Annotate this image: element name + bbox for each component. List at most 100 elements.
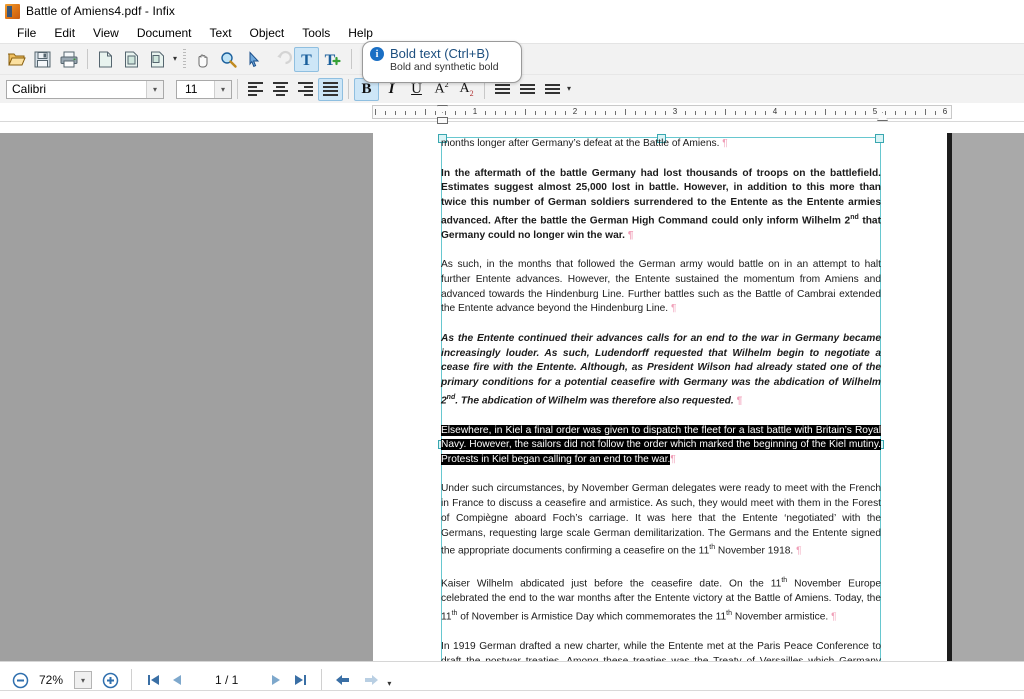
- pilcrow-1: ¶: [722, 138, 728, 149]
- menu-document[interactable]: Document: [128, 24, 201, 42]
- selected-text-highlight: Elsewhere, in Kiel a final order was giv…: [441, 424, 881, 465]
- title-bar: Battle of Amiens4.pdf - Infix: [0, 0, 1024, 22]
- next-page-button[interactable]: [264, 668, 288, 692]
- subscript-icon: A2: [459, 80, 474, 98]
- text-tool-icon: T: [301, 52, 312, 69]
- font-size-caret-icon[interactable]: ▾: [214, 80, 231, 98]
- paragraph-2-text: In the aftermath of the battle Germany h…: [441, 167, 881, 227]
- font-size-select[interactable]: 11 ▾: [176, 79, 232, 99]
- menu-bar: File Edit View Document Text Object Tool…: [0, 22, 1024, 43]
- last-page-button[interactable]: [288, 668, 312, 692]
- folder-open-icon: [8, 53, 26, 65]
- pilcrow-3: ¶: [670, 303, 677, 315]
- paragraph-6[interactable]: Under such circumstances, by November Ge…: [441, 482, 881, 559]
- undo-arrow-icon: [277, 50, 292, 64]
- ruler-tick-1: 1: [472, 107, 478, 116]
- line-spacing-double-button[interactable]: [540, 78, 565, 101]
- add-text-button[interactable]: T: [320, 47, 345, 72]
- format-separator-2: [348, 79, 349, 99]
- font-family-caret-icon[interactable]: ▾: [146, 80, 163, 98]
- menu-help[interactable]: Help: [339, 24, 382, 42]
- pilcrow-7: ¶: [831, 611, 837, 623]
- forward-view-button[interactable]: [359, 668, 383, 692]
- line-spacing-double-icon: [545, 84, 560, 94]
- menu-tools[interactable]: Tools: [293, 24, 339, 42]
- pilcrow-5: ¶: [670, 453, 676, 465]
- forward-view-icon: [365, 675, 379, 685]
- paragraph-gap-4: [441, 409, 881, 424]
- line-spacing-caret-icon[interactable]: ▾: [567, 85, 571, 93]
- pilcrow-4: ¶: [736, 395, 743, 407]
- align-left-button[interactable]: [243, 78, 268, 101]
- paragraph-2-superscript: nd: [850, 213, 859, 221]
- status-separator-1: [131, 669, 132, 691]
- previous-page-button[interactable]: [165, 668, 189, 692]
- duplicate-page-button[interactable]: [119, 47, 144, 72]
- page-settings-icon: [151, 51, 164, 67]
- menu-edit[interactable]: Edit: [45, 24, 84, 42]
- zoom-in-button[interactable]: [98, 668, 122, 692]
- menu-object[interactable]: Object: [241, 24, 294, 42]
- tooltip-subtitle: Bold and synthetic bold: [390, 61, 499, 73]
- menu-text[interactable]: Text: [201, 24, 241, 42]
- paragraph-4-superscript: nd: [446, 393, 456, 401]
- hand-tool-button[interactable]: [190, 47, 215, 72]
- align-center-button[interactable]: [268, 78, 293, 101]
- pilcrow-6: ¶: [796, 545, 802, 557]
- paragraph-3[interactable]: As such, in the months that followed the…: [441, 258, 881, 317]
- paragraph-1-text: months longer after Germany’s defeat at …: [441, 138, 723, 149]
- zoom-level-select[interactable]: ▾: [74, 671, 92, 689]
- next-page-icon: [272, 675, 281, 685]
- application-window: Battle of Amiens4.pdf - Infix File Edit …: [0, 0, 1024, 699]
- zoom-caret-icon: ▾: [80, 675, 85, 685]
- horizontal-ruler[interactable]: 1 2 3 4 5 6: [372, 105, 952, 124]
- paragraph-gap-6: [441, 559, 881, 574]
- printer-icon: [60, 51, 77, 67]
- paragraph-1[interactable]: months longer after Germany’s defeat at …: [441, 137, 881, 152]
- select-tool-button[interactable]: [242, 47, 267, 72]
- menu-view[interactable]: View: [84, 24, 128, 42]
- open-file-button[interactable]: [4, 47, 29, 72]
- line-spacing-onehalf-button[interactable]: [515, 78, 540, 101]
- paragraph-gap-5: [441, 468, 881, 483]
- zoom-out-button[interactable]: [8, 668, 32, 692]
- font-family-value: Calibri: [12, 82, 47, 96]
- text-tool-button[interactable]: T: [294, 46, 320, 72]
- paragraph-4[interactable]: As the Entente continued their advances …: [441, 332, 881, 409]
- paragraph-2[interactable]: In the aftermath of the battle Germany h…: [441, 167, 881, 244]
- back-view-button[interactable]: [331, 668, 355, 692]
- document-text-content[interactable]: months longer after Germany’s defeat at …: [441, 137, 881, 684]
- zoom-in-icon: [102, 672, 118, 688]
- left-indent-marker[interactable]: [437, 117, 448, 124]
- first-page-button[interactable]: [141, 668, 165, 692]
- toolbar-separator-2: [351, 49, 353, 69]
- window-title: Battle of Amiens4.pdf - Infix: [26, 4, 175, 18]
- line-spacing-single-icon: [495, 84, 510, 94]
- zoom-out-icon: [12, 672, 28, 688]
- align-justify-button[interactable]: [318, 77, 343, 101]
- menu-file[interactable]: File: [8, 24, 45, 42]
- page-settings-button[interactable]: [145, 47, 170, 72]
- zoom-tool-button[interactable]: [216, 47, 241, 72]
- back-view-icon: [336, 675, 350, 685]
- line-spacing-onehalf-icon: [520, 84, 535, 94]
- new-page-button[interactable]: [93, 47, 118, 72]
- font-family-select[interactable]: Calibri ▾: [6, 79, 164, 99]
- paragraph-7-text: Kaiser Wilhelm abdicated just before the…: [441, 578, 782, 590]
- svg-text:T: T: [301, 52, 312, 69]
- paragraph-7-text-after-3: November armistice.: [732, 611, 832, 623]
- page-dropdown-caret-icon[interactable]: ▾: [173, 55, 177, 63]
- toolbar-grip[interactable]: [183, 49, 187, 69]
- paragraph-gap-3: [441, 317, 881, 332]
- save-button[interactable]: [30, 47, 55, 72]
- paragraph-7[interactable]: Kaiser Wilhelm abdicated just before the…: [441, 574, 881, 625]
- right-indent-marker[interactable]: [877, 112, 888, 121]
- ruler-tick-6: 6: [942, 107, 948, 116]
- align-right-button[interactable]: [293, 78, 318, 101]
- print-button[interactable]: [56, 47, 81, 72]
- info-icon: i: [370, 47, 384, 61]
- undo-button[interactable]: [268, 47, 293, 72]
- paragraph-5-selected[interactable]: Elsewhere, in Kiel a final order was giv…: [441, 424, 881, 468]
- underline-icon: U: [411, 80, 422, 97]
- status-overflow-caret-icon[interactable]: ▾: [387, 680, 391, 688]
